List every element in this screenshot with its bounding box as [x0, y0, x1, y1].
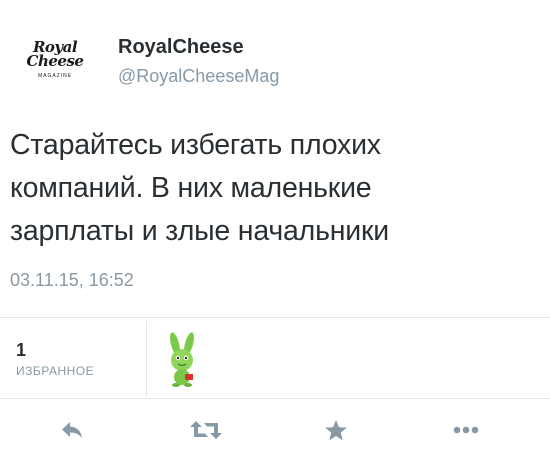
reply-icon	[62, 422, 82, 438]
favorites-label[interactable]: ИЗБРАННОЕ	[16, 364, 94, 378]
avatar-logo-line2: Cheese	[26, 51, 84, 70]
tweet-text: Старайтесь избегать плохих компаний. В н…	[10, 129, 389, 247]
avatar-logo-line3: MAGAZINE	[37, 72, 73, 79]
divider	[0, 398, 550, 399]
account-display-name[interactable]: RoyalCheese	[118, 36, 244, 59]
account-avatar[interactable]: Royal Cheese MAGAZINE	[26, 38, 84, 84]
retweet-button[interactable]	[186, 412, 226, 448]
star-icon	[325, 419, 347, 440]
account-handle[interactable]: @RoyalCheeseMag	[118, 66, 279, 87]
tweet-header: Royal Cheese MAGAZINE RoyalCheese @Royal…	[0, 0, 550, 110]
tweet-actions	[0, 400, 550, 460]
favoriter-avatar[interactable]	[160, 330, 206, 388]
retweet-icon	[190, 421, 222, 439]
reply-button[interactable]	[52, 412, 92, 448]
favorites-count[interactable]: 1	[16, 340, 26, 361]
favorite-button[interactable]	[316, 412, 356, 448]
tweet-stats: 1 ИЗБРАННОЕ	[0, 318, 550, 398]
tweet-timestamp[interactable]: 03.11.15, 16:52	[10, 270, 134, 291]
more-dots-icon	[453, 426, 479, 434]
stats-separator	[146, 321, 147, 397]
more-button[interactable]	[446, 412, 486, 448]
